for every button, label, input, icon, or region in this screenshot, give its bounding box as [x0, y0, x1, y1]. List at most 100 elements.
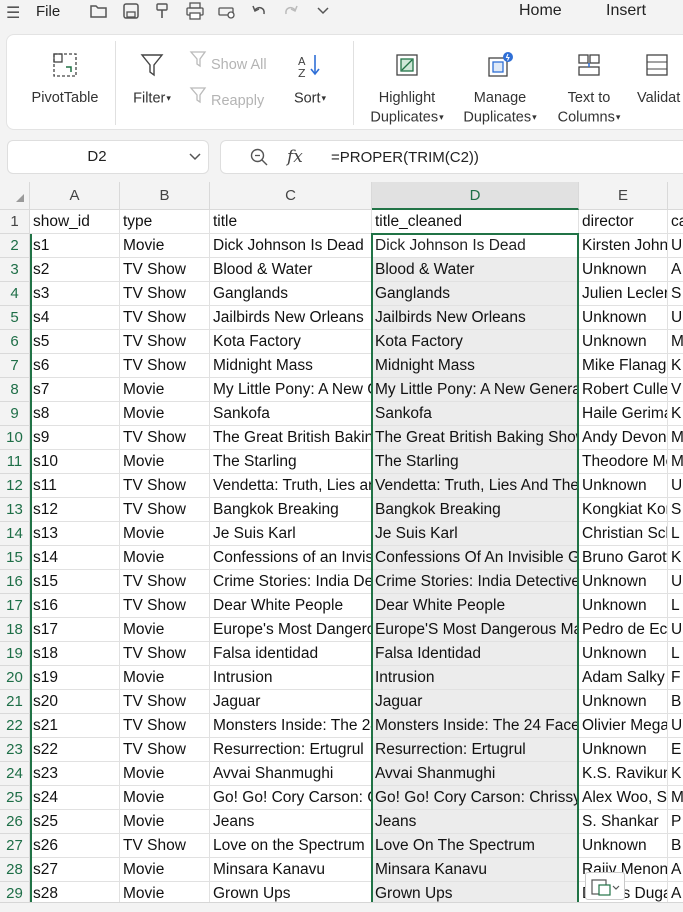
- table-cell[interactable]: The Starling: [210, 450, 372, 474]
- row-header[interactable]: 16: [0, 570, 30, 594]
- table-cell[interactable]: TV Show: [120, 642, 210, 666]
- table-cell[interactable]: Avvai Shanmughi: [210, 762, 372, 786]
- table-cell[interactable]: Movie: [120, 762, 210, 786]
- pivot-table-button[interactable]: PivotTable: [25, 51, 105, 108]
- table-cell[interactable]: Minsara Kanavu: [372, 858, 579, 882]
- table-cell[interactable]: U: [668, 474, 683, 498]
- table-cell[interactable]: Vendetta: Truth, Lies and The Mafia: [210, 474, 372, 498]
- header-cell[interactable]: type: [120, 210, 210, 234]
- table-cell[interactable]: U: [668, 306, 683, 330]
- name-box[interactable]: D2: [7, 140, 209, 174]
- table-cell[interactable]: A: [668, 258, 683, 282]
- table-cell[interactable]: s13: [30, 522, 120, 546]
- name-box-chevron-icon[interactable]: [188, 147, 202, 169]
- filter-button[interactable]: Filter▾: [125, 51, 179, 108]
- table-cell[interactable]: Ganglands: [210, 282, 372, 306]
- table-cell[interactable]: s19: [30, 666, 120, 690]
- table-cell[interactable]: Intrusion: [372, 666, 579, 690]
- table-cell[interactable]: TV Show: [120, 282, 210, 306]
- row-header[interactable]: 22: [0, 714, 30, 738]
- table-cell[interactable]: Dick Johnson Is Dead: [210, 234, 372, 258]
- table-cell[interactable]: Movie: [120, 618, 210, 642]
- row-header[interactable]: 13: [0, 498, 30, 522]
- table-cell[interactable]: Vendetta: Truth, Lies And The Mafia: [372, 474, 579, 498]
- table-cell[interactable]: s27: [30, 858, 120, 882]
- table-cell[interactable]: TV Show: [120, 690, 210, 714]
- table-cell[interactable]: Movie: [120, 450, 210, 474]
- customize-chevron-icon[interactable]: [312, 2, 334, 22]
- row-header[interactable]: 26: [0, 810, 30, 834]
- row-header[interactable]: 23: [0, 738, 30, 762]
- table-cell[interactable]: Bangkok Breaking: [210, 498, 372, 522]
- table-cell[interactable]: s14: [30, 546, 120, 570]
- table-cell[interactable]: Crime Stories: India Detectives: [210, 570, 372, 594]
- table-cell[interactable]: S: [668, 498, 683, 522]
- column-header-E[interactable]: E: [579, 182, 668, 210]
- table-cell[interactable]: U: [668, 570, 683, 594]
- table-cell[interactable]: s6: [30, 354, 120, 378]
- table-cell[interactable]: Falsa identidad: [210, 642, 372, 666]
- table-cell[interactable]: U: [668, 234, 683, 258]
- table-cell[interactable]: TV Show: [120, 354, 210, 378]
- column-header-B[interactable]: B: [120, 182, 210, 210]
- row-header[interactable]: 12: [0, 474, 30, 498]
- header-cell[interactable]: director: [579, 210, 668, 234]
- header-cell[interactable]: show_id: [30, 210, 120, 234]
- table-cell[interactable]: Jaguar: [210, 690, 372, 714]
- highlight-duplicates-button[interactable]: Highlight Duplicates▾: [363, 51, 451, 127]
- text-to-columns-button[interactable]: Text to Columns▾: [551, 51, 627, 127]
- table-cell[interactable]: Kota Factory: [372, 330, 579, 354]
- row-header[interactable]: 21: [0, 690, 30, 714]
- table-cell[interactable]: Jeans: [372, 810, 579, 834]
- table-cell[interactable]: s4: [30, 306, 120, 330]
- table-cell[interactable]: B: [668, 690, 683, 714]
- table-cell[interactable]: F: [668, 666, 683, 690]
- table-cell[interactable]: Europe's Most Dangerous Man: [210, 618, 372, 642]
- table-cell[interactable]: Movie: [120, 522, 210, 546]
- table-cell[interactable]: Love on the Spectrum: [210, 834, 372, 858]
- table-cell[interactable]: S. Shankar: [579, 810, 668, 834]
- table-cell[interactable]: M: [668, 330, 683, 354]
- row-header[interactable]: 6: [0, 330, 30, 354]
- table-cell[interactable]: Confessions of an Invisible Girl: [210, 546, 372, 570]
- table-cell[interactable]: Crime Stories: India Detectives: [372, 570, 579, 594]
- table-cell[interactable]: The Great British Baking Show: [210, 426, 372, 450]
- tab-insert[interactable]: Insert: [606, 2, 646, 20]
- table-cell[interactable]: s24: [30, 786, 120, 810]
- table-cell[interactable]: TV Show: [120, 714, 210, 738]
- table-cell[interactable]: Grown Ups: [210, 882, 372, 902]
- table-cell[interactable]: The Starling: [372, 450, 579, 474]
- table-cell[interactable]: Confessions Of An Invisible Girl: [372, 546, 579, 570]
- table-cell[interactable]: s16: [30, 594, 120, 618]
- table-cell[interactable]: Intrusion: [210, 666, 372, 690]
- row-header[interactable]: 27: [0, 834, 30, 858]
- table-cell[interactable]: TV Show: [120, 306, 210, 330]
- row-header[interactable]: 25: [0, 786, 30, 810]
- header-cell[interactable]: ca: [668, 210, 683, 234]
- row-header[interactable]: 19: [0, 642, 30, 666]
- table-cell[interactable]: Movie: [120, 858, 210, 882]
- table-cell[interactable]: Unknown: [579, 306, 668, 330]
- manage-duplicates-button[interactable]: Manage Duplicates▾: [457, 51, 543, 127]
- table-cell[interactable]: My Little Pony: A New Generation: [210, 378, 372, 402]
- table-cell[interactable]: Dear White People: [372, 594, 579, 618]
- table-cell[interactable]: s8: [30, 402, 120, 426]
- table-cell[interactable]: Mike Flanagan: [579, 354, 668, 378]
- table-cell[interactable]: s10: [30, 450, 120, 474]
- undo-icon[interactable]: [248, 2, 270, 22]
- table-cell[interactable]: Go! Go! Cory Carson: Chrissy: [372, 786, 579, 810]
- table-cell[interactable]: M: [668, 450, 683, 474]
- table-cell[interactable]: Movie: [120, 546, 210, 570]
- table-cell[interactable]: Je Suis Karl: [210, 522, 372, 546]
- table-cell[interactable]: S: [668, 282, 683, 306]
- table-cell[interactable]: Avvai Shanmughi: [372, 762, 579, 786]
- row-header[interactable]: 28: [0, 858, 30, 882]
- table-cell[interactable]: s17: [30, 618, 120, 642]
- table-cell[interactable]: Je Suis Karl: [372, 522, 579, 546]
- row-header[interactable]: 15: [0, 546, 30, 570]
- row-header[interactable]: 8: [0, 378, 30, 402]
- row-header[interactable]: 4: [0, 282, 30, 306]
- table-cell[interactable]: Unknown: [579, 258, 668, 282]
- table-cell[interactable]: Midnight Mass: [210, 354, 372, 378]
- table-cell[interactable]: Haile Gerima: [579, 402, 668, 426]
